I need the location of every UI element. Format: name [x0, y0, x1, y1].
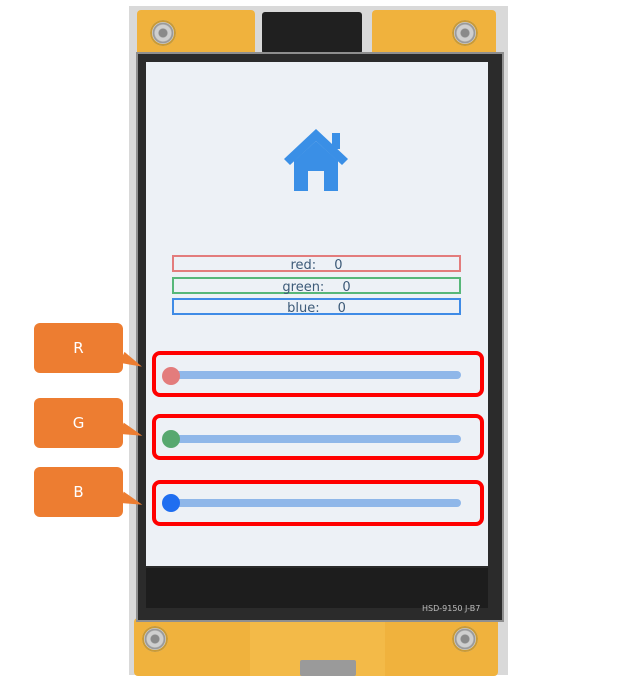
red-value: 0 [334, 258, 343, 273]
callout-g: G [34, 398, 123, 448]
screw-icon [452, 20, 478, 46]
blue-slider-highlight [152, 480, 484, 526]
connector-chip [262, 12, 362, 54]
board-tab [380, 618, 498, 676]
red-slider-highlight [152, 351, 484, 397]
green-value-label: green: [282, 280, 325, 295]
red-value-label: red: [290, 258, 317, 273]
screw-icon [150, 20, 176, 46]
blue-value: 0 [337, 301, 346, 316]
home-icon[interactable] [282, 127, 350, 193]
usb-connector [300, 660, 356, 676]
green-slider-highlight [152, 414, 484, 460]
red-value-box: red: 0 [172, 255, 461, 273]
blue-value-label: blue: [287, 301, 320, 316]
lcd-bottom-strip [146, 568, 488, 608]
screw-icon [142, 626, 168, 652]
callout-b: B [34, 467, 123, 517]
green-value: 0 [342, 280, 351, 295]
blue-value-box: blue: 0 [172, 298, 461, 316]
green-value-box: green: 0 [172, 277, 461, 295]
callout-r: R [34, 323, 123, 373]
screw-icon [452, 626, 478, 652]
lcd-model-label: HSD-9150 J-B7 [422, 604, 481, 613]
